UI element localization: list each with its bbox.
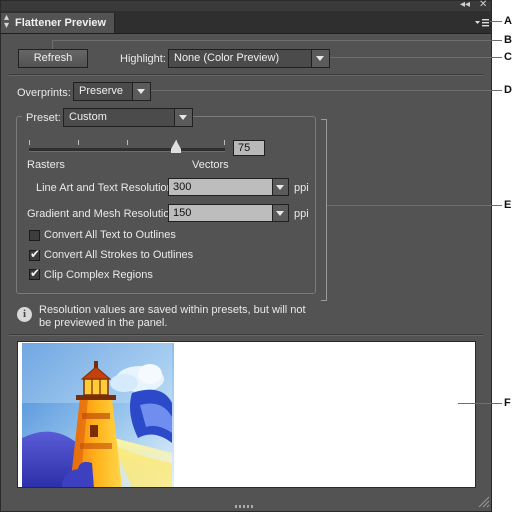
line-art-resolution-field[interactable]: 300 xyxy=(168,178,289,196)
flattener-preview-panel: ◂◂ ✕ ▴ ▾ Flattener Preview Refresh Highli… xyxy=(0,0,492,512)
chevron-down-icon[interactable] xyxy=(272,179,288,195)
callout-label-d: D xyxy=(504,84,512,96)
callout-line-b xyxy=(52,40,502,41)
slider-tick xyxy=(78,140,79,145)
gradient-unit: ppi xyxy=(294,208,309,220)
divider xyxy=(9,74,483,76)
overprints-value: Preserve xyxy=(79,85,124,97)
gradient-resolution-value: 150 xyxy=(173,207,192,219)
highlight-label: Highlight: xyxy=(120,53,166,65)
panel-title: Flattener Preview xyxy=(15,17,107,29)
divider xyxy=(9,334,483,336)
slider-tick xyxy=(224,140,225,145)
info-text-line-1: Resolution values are saved within prese… xyxy=(39,304,306,316)
resize-grip-icon[interactable] xyxy=(235,504,255,509)
lighthouse-artwork xyxy=(22,343,174,487)
callout-line-b-stem xyxy=(52,40,53,49)
overprints-label: Overprints: xyxy=(17,87,71,99)
callout-label-e: E xyxy=(504,199,512,211)
collapse-icon[interactable]: ◂◂ xyxy=(460,0,470,10)
callout-line-a xyxy=(490,21,502,22)
panel-menu-icon[interactable] xyxy=(475,18,489,28)
line-art-resolution-value: 300 xyxy=(173,181,192,193)
group-bracket xyxy=(321,119,327,301)
gradient-resolution-label: Gradient and Mesh Resolution: xyxy=(27,208,179,220)
callout-label-c: C xyxy=(504,51,512,63)
info-icon: i xyxy=(17,307,32,322)
expand-collapse-icon[interactable]: ▴ ▾ xyxy=(4,13,9,31)
checkmark-icon: ✔ xyxy=(30,266,41,280)
chevron-down-icon xyxy=(174,109,192,126)
gradient-resolution-field[interactable]: 150 xyxy=(168,204,289,222)
callout-line-e xyxy=(327,205,502,206)
line-art-unit: ppi xyxy=(294,182,309,194)
preset-dropdown[interactable]: Custom xyxy=(63,108,193,127)
flattener-preview-area[interactable] xyxy=(17,341,476,488)
chevron-down-icon xyxy=(311,50,329,67)
line-art-resolution-label: Line Art and Text Resolution: xyxy=(36,182,176,194)
callout-label-f: F xyxy=(504,397,511,409)
preset-value: Custom xyxy=(69,111,107,123)
callout-line-f xyxy=(458,403,502,404)
slider-tick xyxy=(29,140,30,145)
checkmark-icon: ✔ xyxy=(30,247,41,261)
panel-tab-bar: ▴ ▾ Flattener Preview xyxy=(1,11,491,34)
tab-flattener-preview[interactable]: ▴ ▾ Flattener Preview xyxy=(1,13,115,33)
highlight-dropdown[interactable]: None (Color Preview) xyxy=(168,49,330,68)
convert-text-checkbox[interactable] xyxy=(29,230,40,241)
convert-strokes-label: Convert All Strokes to Outlines xyxy=(44,249,194,261)
callout-label-b: B xyxy=(504,34,512,46)
highlight-value: None (Color Preview) xyxy=(174,52,280,64)
resize-corner-icon[interactable] xyxy=(476,494,490,508)
chevron-down-icon[interactable] xyxy=(272,205,288,221)
callout-line-d xyxy=(151,90,502,91)
convert-strokes-checkbox[interactable]: ✔ xyxy=(29,247,41,261)
callout-line-c xyxy=(330,57,502,58)
rasters-label: Rasters xyxy=(27,159,65,171)
slider-thumb-base[interactable] xyxy=(171,149,181,153)
close-icon[interactable]: ✕ xyxy=(479,0,487,10)
callout-label-a: A xyxy=(504,15,512,27)
convert-text-label: Convert All Text to Outlines xyxy=(44,229,176,241)
slider-tick xyxy=(127,140,128,145)
raster-vector-value-field[interactable]: 75 xyxy=(233,140,265,156)
clip-complex-checkbox[interactable]: ✔ xyxy=(29,266,41,280)
chevron-down-icon xyxy=(132,83,150,100)
info-text-line-2: be previewed in the panel. xyxy=(39,317,168,329)
preset-label: Preset: xyxy=(22,112,65,124)
refresh-button[interactable]: Refresh xyxy=(18,49,88,68)
panel-top-strip: ◂◂ ✕ xyxy=(1,0,491,11)
clip-complex-label: Clip Complex Regions xyxy=(44,269,153,281)
vectors-label: Vectors xyxy=(192,159,229,171)
overprints-dropdown[interactable]: Preserve xyxy=(73,82,151,101)
slider-thumb[interactable] xyxy=(171,140,181,149)
raster-vector-slider-track[interactable] xyxy=(29,148,225,152)
